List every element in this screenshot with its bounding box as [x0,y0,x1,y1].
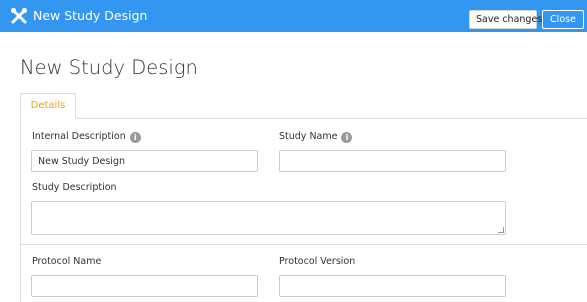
tab-details[interactable]: Details [20,93,76,119]
resize-handle-icon[interactable] [498,227,504,233]
top-bar: New Study Design Save changes Close [0,0,587,32]
study-description-label: Study Description [32,182,117,194]
info-icon[interactable]: i [341,131,353,143]
protocol-version-input[interactable] [279,275,506,297]
study-description-textarea[interactable] [31,201,506,235]
protocol-name-input[interactable] [31,275,258,297]
protocol-name-label-text: Protocol Name [32,256,102,267]
protocol-version-label-text: Protocol Version [279,256,356,267]
internal-description-label: Internal Description i [32,131,141,143]
study-description-label-text: Study Description [32,182,117,193]
study-name-input[interactable] [279,150,506,172]
study-name-label: Study Name i [279,131,353,143]
protocol-name-label: Protocol Name [32,256,101,268]
section-divider [20,244,587,245]
close-button[interactable]: Close [542,10,584,29]
tab-divider [20,118,587,119]
section-border [20,119,21,302]
protocol-version-label: Protocol Version [279,256,355,268]
tools-icon [10,7,28,24]
app-title: New Study Design [33,8,148,23]
internal-description-label-text: Internal Description [32,131,126,142]
internal-description-input[interactable] [31,150,258,172]
save-changes-button[interactable]: Save changes [469,10,542,29]
study-name-label-text: Study Name [279,131,338,142]
page-title: New Study Design [20,56,198,79]
info-icon[interactable]: i [129,131,141,143]
